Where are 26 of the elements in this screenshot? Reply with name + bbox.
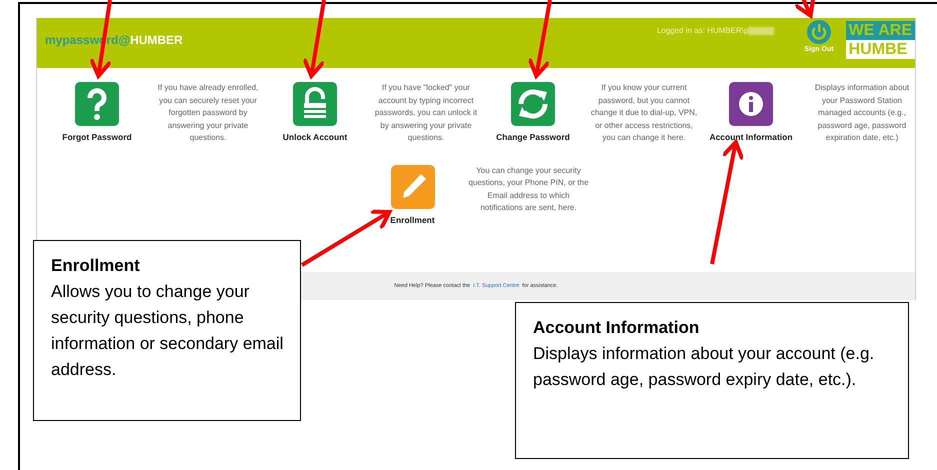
callout-text: Allows you to change your security questions, phone information or secondary email address. (51, 281, 284, 381)
refresh-arrows-icon[interactable] (511, 82, 555, 126)
tile-description: You can change your security questions, your Phone PIN, or the Email address to which notifications are sent, here. (468, 164, 590, 214)
info-icon[interactable] (729, 82, 773, 126)
tile-label[interactable]: Change Password (496, 132, 570, 142)
tile-description: Displays information about your Password Station managed accounts (e.g., password age, password expiration date, etc.) (814, 82, 910, 144)
callout-title: Enrollment (51, 255, 141, 277)
brand-logo-text: WE ARE (846, 21, 915, 40)
tile-label[interactable]: Forgot Password (62, 132, 132, 142)
logged-in-text: Logged in as: HUMBER\p (656, 26, 748, 35)
tile-description: If you have already enrolled, you can securely reset your forgotten password by answering your private questions. (156, 82, 260, 144)
brand-logo-text: HUMBE (846, 40, 915, 59)
callout-text: Displays information about your account (e.g. password age, password expiry date, etc.). (533, 343, 876, 391)
logo-text: HUMBER (130, 33, 183, 47)
annotation-arrow (793, 0, 816, 18)
tile-description: If you have "locked" your account by typing incorrect passwords, you can unlock it by answering your private questions. (374, 82, 478, 144)
pencil-icon[interactable] (390, 164, 434, 208)
power-icon[interactable] (807, 20, 831, 44)
tile-label[interactable]: Unlock Account (282, 132, 348, 142)
padlock-icon[interactable] (293, 82, 337, 126)
question-mark-icon[interactable] (75, 82, 119, 126)
blurred-text (748, 26, 774, 34)
tile-label[interactable]: Account Information (709, 132, 793, 142)
tile-description: If you know your current password, but you cannot change it due to dial-up, VPN, or other access restrictions, you can change it here. (590, 82, 698, 144)
callout-title: Account Information (533, 317, 700, 339)
tile-label[interactable]: Enrollment (390, 214, 435, 224)
